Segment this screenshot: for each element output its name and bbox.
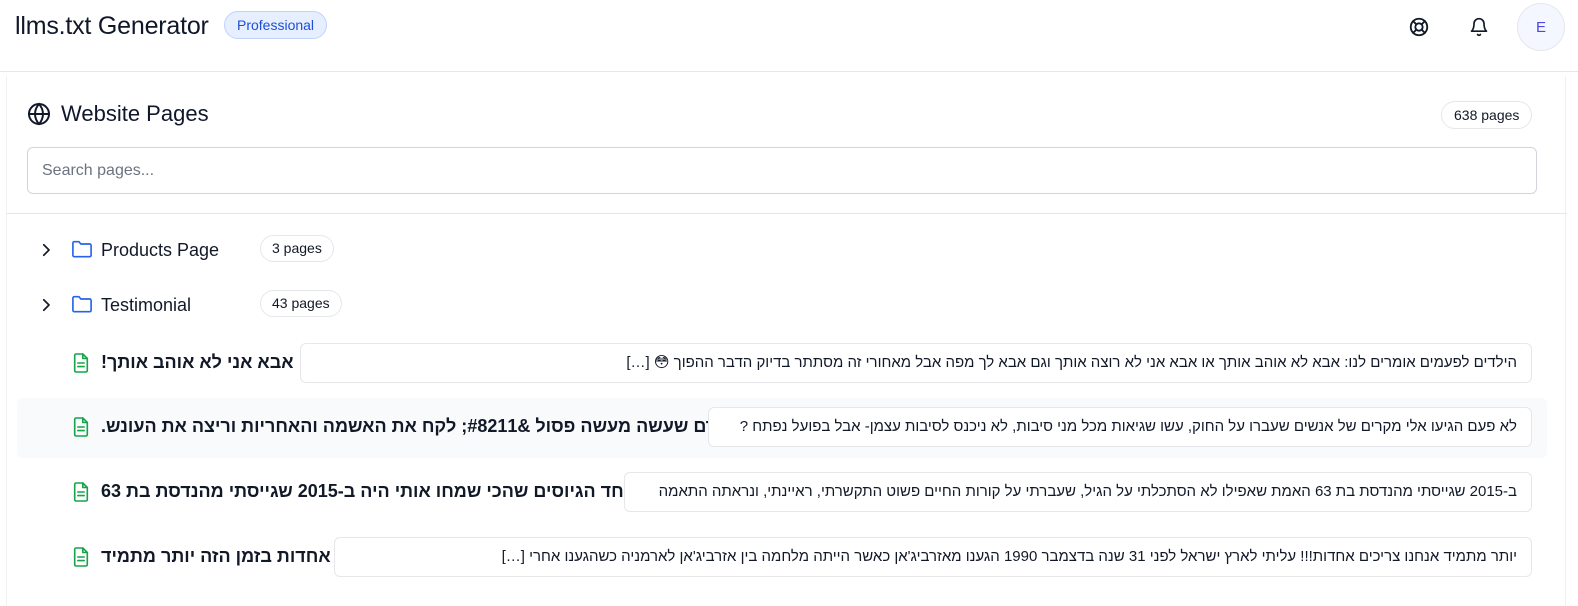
folder-icon — [72, 240, 92, 258]
page-title: אחד הגיוסים שהכי שמחו אותי היה ב-2015 שג… — [101, 481, 637, 501]
file-text-icon — [73, 353, 89, 373]
search-pages-input[interactable] — [27, 147, 1537, 194]
page-description: הילדים לפעמים אומרים לנו: אבא לא אוהב או… — [300, 343, 1532, 383]
panel-title: Website Pages — [61, 101, 209, 126]
chevron-right-icon[interactable] — [37, 241, 55, 259]
folder-icon — [72, 295, 92, 313]
page-title: אבא אני לא אוהב אותך! — [101, 352, 294, 372]
card-header: Website Pages 638 pages — [7, 76, 1567, 214]
total-pages-badge: 638 pages — [1441, 101, 1533, 129]
file-text-icon — [73, 482, 89, 502]
folder-row-products-page[interactable]: Products Page 3 pages — [7, 231, 1567, 271]
page-row[interactable]: אדם שעשה מעשה פסול &#8211; לקח את האשמה … — [17, 398, 1547, 458]
page-row[interactable]: אחדות בזמן הזה יותר מתמיד יותר מתמיד אנח… — [17, 528, 1547, 588]
page-row[interactable]: אבא אני לא אוהב אותך! הילדים לפעמים אומר… — [17, 334, 1547, 394]
chevron-right-icon[interactable] — [37, 296, 55, 314]
folder-name: Products Page — [101, 240, 220, 260]
app-title: llms.txt Generator — [15, 12, 209, 40]
page-description: לא פעם הגיעו אלי מקרים של אנשים שעברו על… — [708, 407, 1532, 447]
page-title: אחדות בזמן הזה יותר מתמיד — [101, 546, 331, 566]
file-text-icon — [73, 417, 89, 437]
globe-icon — [28, 102, 50, 126]
page-description: ב-2015 שגייסתי מהנדסת בת 63 האמת שאפילו … — [624, 472, 1532, 512]
folder-name: Testimonial — [101, 295, 192, 315]
top-bar: llms.txt Generator Professional E — [0, 0, 1578, 72]
file-text-icon — [73, 547, 89, 567]
page-title: אדם שעשה מעשה פסול &#8211; לקח את האשמה … — [101, 416, 729, 436]
lifebuoy-icon[interactable] — [1404, 12, 1434, 42]
folder-count-badge: 3 pages — [260, 235, 334, 262]
website-pages-card: Website Pages 638 pages Products Page 3 … — [6, 76, 1567, 606]
folder-count-badge: 43 pages — [260, 290, 342, 317]
user-avatar[interactable]: E — [1517, 3, 1565, 51]
page-row[interactable]: אחד הגיוסים שהכי שמחו אותי היה ב-2015 שג… — [17, 463, 1547, 523]
plan-badge: Professional — [224, 11, 328, 39]
page-description: יותר מתמיד אנחנו צריכים אחדות!!! עליתי ל… — [334, 537, 1532, 577]
folder-row-testimonial[interactable]: Testimonial 43 pages — [7, 286, 1567, 326]
bell-icon[interactable] — [1464, 12, 1494, 42]
